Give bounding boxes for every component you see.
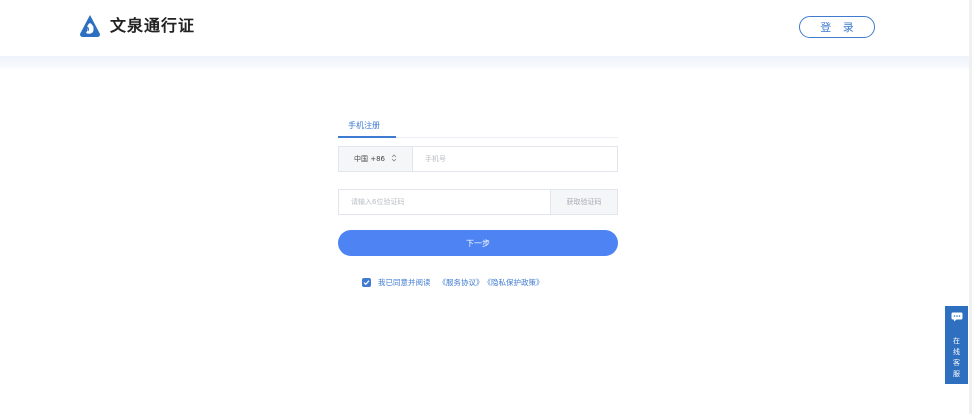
- logo[interactable]: 文泉通行证: [79, 14, 195, 38]
- register-form: 手机注册 中国 +86 获取验证码 下一步: [338, 118, 618, 287]
- next-step-button[interactable]: 下一步: [338, 230, 618, 256]
- tab-label: 手机注册: [348, 121, 380, 130]
- phone-input[interactable]: [413, 147, 617, 171]
- chat-icon: [951, 306, 963, 326]
- agreement-row: 我已同意并阅读 《服务协议》 《隐私保护政策》: [362, 277, 544, 288]
- page: 文泉通行证 登 录 手机注册 中国 +86 手机号 请输入6位验证码 获取验证码…: [0, 0, 972, 414]
- phone-row: 中国 +86: [338, 146, 618, 172]
- tab-phone-register[interactable]: 手机注册: [338, 118, 390, 138]
- country-code-select[interactable]: 中国 +86: [339, 147, 413, 171]
- tab-bar: 手机注册: [338, 118, 618, 138]
- checkmark-icon: [363, 280, 370, 286]
- agree-checkbox[interactable]: [362, 278, 371, 287]
- swap-arrows-icon: [385, 154, 397, 164]
- get-code-button[interactable]: 获取验证码: [550, 190, 617, 214]
- app-name: 文泉通行证: [110, 16, 196, 35]
- header-divider-band: [0, 56, 972, 70]
- active-tab-indicator: [338, 136, 396, 138]
- country-code-value: 中国 +86: [354, 155, 385, 163]
- verification-code-input[interactable]: [339, 190, 550, 214]
- login-button[interactable]: 登 录: [799, 16, 875, 38]
- online-service-label: 在线客服: [953, 337, 960, 378]
- wenquan-logo-icon: [79, 14, 101, 38]
- header: 文泉通行证 登 录: [0, 0, 972, 56]
- privacy-policy-link[interactable]: 《隐私保护政策》: [484, 277, 544, 288]
- agree-text: 我已同意并阅读: [378, 278, 431, 287]
- online-service-widget[interactable]: 在线客服: [945, 306, 968, 384]
- service-agreement-link[interactable]: 《服务协议》: [439, 277, 484, 288]
- code-row: 获取验证码: [338, 189, 618, 215]
